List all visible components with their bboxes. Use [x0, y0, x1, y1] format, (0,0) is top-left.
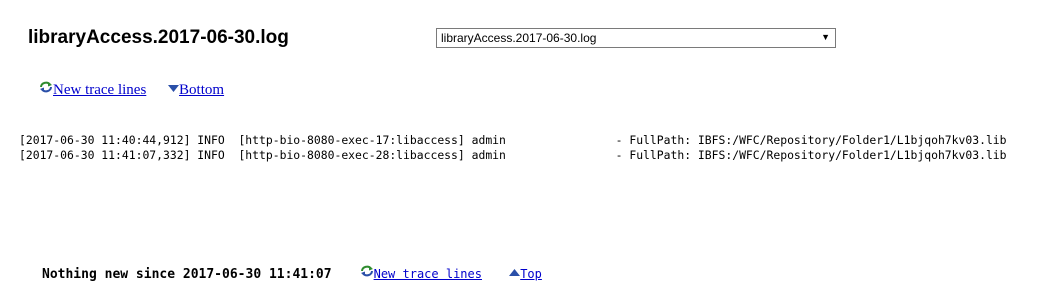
log-file-select[interactable]: libraryAccess.2017-06-30.log ▼	[436, 28, 836, 48]
top-link-label[interactable]: Top	[520, 267, 542, 281]
top-links: New trace lines Bottom	[39, 81, 224, 99]
log-output: [2017-06-30 11:40:44,912] INFO [http-bio…	[19, 133, 1007, 162]
triangle-up-icon[interactable]	[509, 269, 521, 276]
bottom-link[interactable]: Bottom	[168, 82, 224, 98]
bottom-link-label[interactable]: Bottom	[179, 82, 224, 98]
new-trace-lines-label[interactable]: New trace lines	[53, 82, 146, 98]
footer: Nothing new since 2017-06-30 11:41:07 Ne…	[42, 265, 542, 283]
page-title: libraryAccess.2017-06-30.log	[28, 27, 289, 48]
new-trace-lines-link[interactable]: New trace lines	[39, 81, 150, 98]
log-file-select-value: libraryAccess.2017-06-30.log	[441, 31, 597, 45]
footer-new-trace-lines-label[interactable]: New trace lines	[374, 267, 482, 281]
refresh-icon[interactable]	[39, 81, 53, 93]
status-text: Nothing new since 2017-06-30 11:41:07	[42, 267, 332, 282]
log-line: [2017-06-30 11:40:44,912] INFO [http-bio…	[19, 133, 1007, 147]
triangle-down-icon[interactable]	[168, 85, 180, 92]
footer-new-trace-lines-link[interactable]: New trace lines	[360, 265, 490, 281]
log-line: [2017-06-30 11:41:07,332] INFO [http-bio…	[19, 147, 1007, 162]
top-link[interactable]: Top	[509, 267, 542, 281]
refresh-icon[interactable]	[360, 265, 374, 277]
dropdown-arrow-icon[interactable]: ▼	[821, 32, 830, 42]
